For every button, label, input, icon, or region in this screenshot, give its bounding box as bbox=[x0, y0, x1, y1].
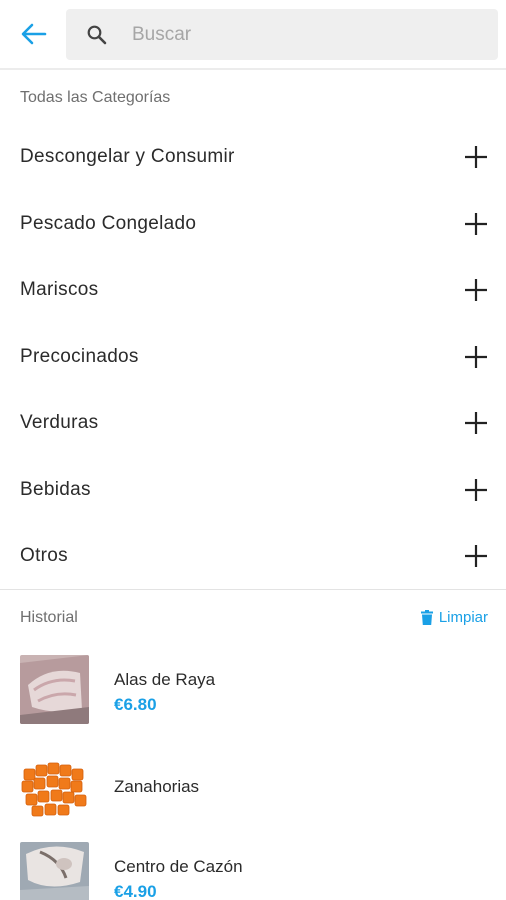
section-divider bbox=[0, 589, 506, 590]
history-item[interactable]: Alas de Raya €6.80 bbox=[0, 655, 506, 725]
category-label: Mariscos bbox=[20, 279, 99, 301]
product-price: €4.90 bbox=[114, 882, 157, 900]
categories-section-title: Todas las Categorías bbox=[20, 89, 171, 106]
clear-history-label: Limpiar bbox=[438, 609, 488, 626]
history-item[interactable]: Centro de Cazón €4.90 bbox=[0, 842, 506, 900]
product-name: Alas de Raya bbox=[114, 670, 216, 689]
category-list: Descongelar y Consumir Pescado Congelado… bbox=[0, 124, 506, 590]
back-button[interactable] bbox=[18, 20, 50, 48]
product-name: Centro de Cazón bbox=[114, 857, 243, 876]
category-item-pescado-congelado[interactable]: Pescado Congelado bbox=[0, 191, 506, 258]
category-label: Verduras bbox=[20, 412, 99, 434]
plus-icon[interactable] bbox=[464, 345, 488, 369]
product-price: €6.80 bbox=[114, 695, 157, 714]
product-thumbnail bbox=[20, 842, 89, 900]
plus-icon[interactable] bbox=[464, 544, 488, 568]
plus-icon[interactable] bbox=[464, 411, 488, 435]
category-item-precocinados[interactable]: Precocinados bbox=[0, 324, 506, 391]
category-label: Otros bbox=[20, 545, 68, 567]
category-item-otros[interactable]: Otros bbox=[0, 523, 506, 590]
search-input[interactable] bbox=[132, 9, 482, 60]
search-icon bbox=[87, 25, 107, 45]
plus-icon[interactable] bbox=[464, 145, 488, 169]
product-thumbnail bbox=[20, 753, 89, 822]
arrow-left-icon bbox=[21, 23, 47, 45]
top-app-bar bbox=[0, 0, 506, 70]
trash-icon bbox=[420, 610, 433, 625]
category-label: Descongelar y Consumir bbox=[20, 146, 235, 168]
product-name: Zanahorias bbox=[114, 777, 200, 796]
plus-icon[interactable] bbox=[464, 478, 488, 502]
category-item-verduras[interactable]: Verduras bbox=[0, 390, 506, 457]
category-item-descongelar-y-consumir[interactable]: Descongelar y Consumir bbox=[0, 124, 506, 191]
category-item-mariscos[interactable]: Mariscos bbox=[0, 257, 506, 324]
search-box[interactable] bbox=[66, 9, 498, 60]
category-label: Pescado Congelado bbox=[20, 212, 197, 234]
plus-icon[interactable] bbox=[464, 212, 488, 236]
category-label: Bebidas bbox=[20, 478, 91, 500]
category-item-bebidas[interactable]: Bebidas bbox=[0, 457, 506, 524]
product-thumbnail bbox=[20, 655, 89, 724]
plus-icon[interactable] bbox=[464, 278, 488, 302]
history-section-title: Historial bbox=[20, 609, 78, 626]
history-item[interactable]: Zanahorias bbox=[0, 753, 506, 823]
clear-history-button[interactable]: Limpiar bbox=[420, 609, 488, 626]
category-label: Precocinados bbox=[20, 345, 139, 367]
